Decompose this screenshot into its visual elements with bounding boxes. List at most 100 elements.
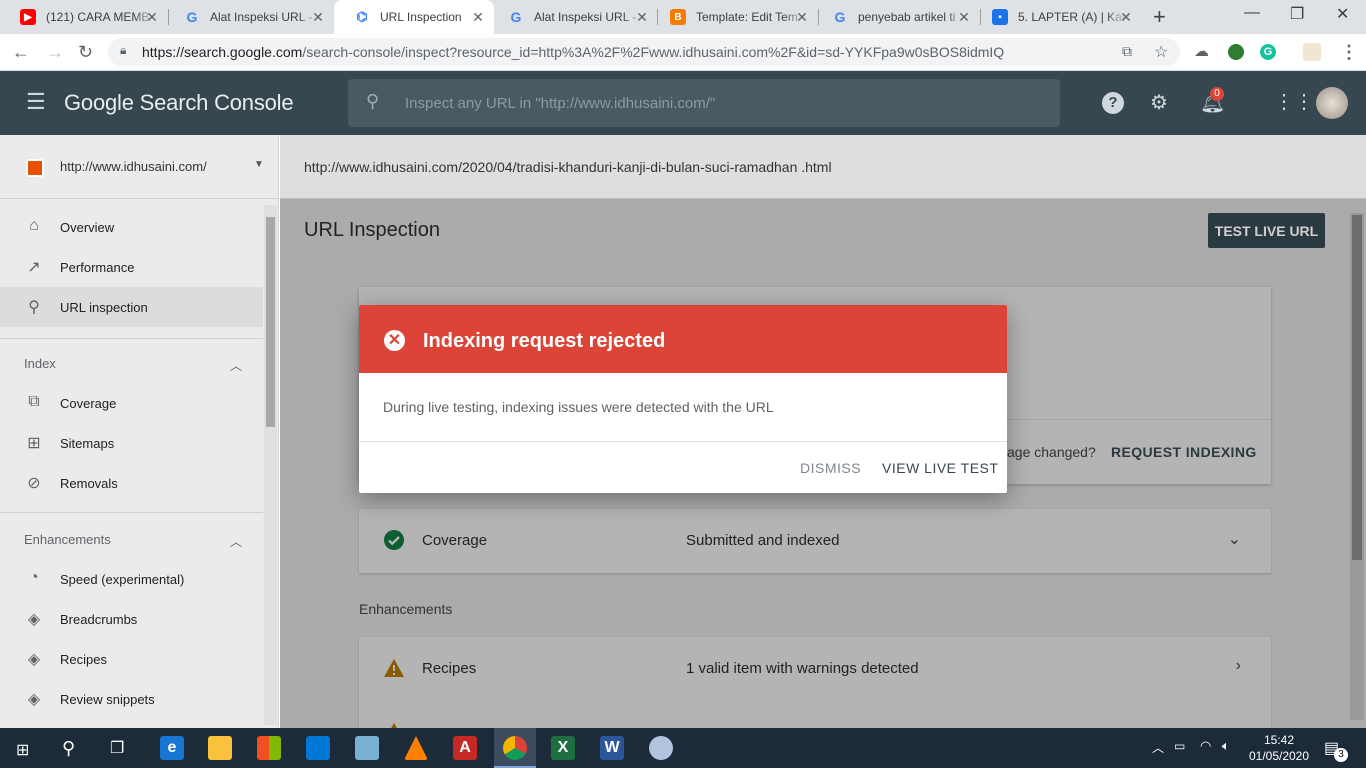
reload-icon[interactable]: ↻	[78, 42, 93, 63]
close-tab-icon[interactable]: ✕	[470, 9, 486, 26]
sidebar-item-sitemaps[interactable]: ⊞ Sitemaps	[0, 423, 263, 463]
close-tab-icon[interactable]: ✕	[956, 9, 972, 26]
close-tab-icon[interactable]: ✕	[310, 9, 326, 26]
word-icon[interactable]: W	[600, 736, 624, 760]
sidebar-item-label: Performance	[60, 259, 135, 275]
browser-tab[interactable]: G Alat Inspeksi URL - ✕	[164, 0, 334, 34]
url-inspect-search-input[interactable]: ⚲ Inspect any URL in "http://www.idhusai…	[348, 79, 1060, 127]
vlc-icon[interactable]	[404, 736, 428, 760]
volume-icon[interactable]: 🔈︎	[1222, 738, 1230, 754]
close-window-icon[interactable]: ✕	[1336, 4, 1349, 24]
chrome-icon[interactable]	[503, 736, 527, 760]
task-view-icon[interactable]: ❐	[110, 738, 124, 758]
sidebar-item-breadcrumbs[interactable]: ◈ Breadcrumbs	[0, 599, 263, 639]
help-icon[interactable]: ?	[1102, 92, 1124, 114]
forward-icon[interactable]: →	[46, 42, 64, 63]
browser-toolbar: ← → ↻ 🔒︎ https://search.google.com/searc…	[0, 34, 1366, 71]
windows-start-icon[interactable]: ⊞	[16, 740, 29, 760]
browser-tab[interactable]: B Template: Edit Tem ✕	[650, 0, 818, 34]
lock-icon: 🔒︎	[120, 43, 127, 57]
edge-icon[interactable]: e	[160, 736, 184, 760]
chevron-down-icon[interactable]: ⌄	[1228, 529, 1241, 549]
file-explorer-icon[interactable]	[208, 736, 232, 760]
tab-title: (121) CARA MEMB	[46, 10, 150, 24]
mail-icon[interactable]	[306, 736, 330, 760]
chevron-up-icon[interactable]: ︿	[230, 533, 242, 550]
close-tab-icon[interactable]: ✕	[634, 9, 650, 26]
profile-avatar[interactable]	[1303, 43, 1321, 61]
minimize-icon[interactable]: —	[1244, 4, 1260, 22]
dialog-message: During live testing, indexing issues wer…	[383, 399, 774, 415]
classroom-icon: ▪	[992, 9, 1008, 25]
sidebar-item-overview[interactable]: ⌂ Overview	[0, 207, 263, 247]
speedometer-icon: ◔	[29, 569, 39, 586]
inspected-url: http://www.idhusaini.com/2020/04/tradisi…	[304, 158, 832, 175]
browser-tab[interactable]: ▪ 5. LAPTER (A) | Kar ✕	[972, 0, 1142, 34]
new-tab-icon[interactable]: +	[1153, 4, 1166, 30]
address-bar[interactable]: 🔒︎ https://search.google.com/search-cons…	[108, 38, 1180, 66]
translate-icon[interactable]: ⧉	[1122, 43, 1132, 60]
tab-title: 5. LAPTER (A) | Kar	[1018, 10, 1126, 24]
sidebar-item-review-snippets[interactable]: ◈ Review snippets	[0, 679, 263, 719]
coverage-row[interactable]: Coverage Submitted and indexed ⌄	[359, 509, 1271, 573]
recipes-row[interactable]: Recipes 1 valid item with warnings detec…	[359, 637, 1271, 701]
store-icon[interactable]	[257, 736, 281, 760]
sidebar-item-recipes[interactable]: ◈ Recipes	[0, 639, 263, 679]
chevron-right-icon[interactable]: ›	[1236, 657, 1241, 675]
browser-tab[interactable]: G Alat Inspeksi URL - ✕	[488, 0, 658, 34]
url-host: https://search.google.com	[142, 44, 303, 60]
divider	[0, 338, 263, 339]
tray-chevron-icon[interactable]: ︿	[1152, 739, 1164, 756]
coverage-label: Coverage	[422, 532, 488, 549]
tab-title: penyebab artikel ti	[858, 10, 956, 24]
browser-tab-active[interactable]: ⌬ URL Inspection ✕	[334, 0, 494, 34]
chevron-up-icon[interactable]: ︿	[230, 357, 242, 374]
dialog-title: Indexing request rejected	[423, 330, 666, 352]
cloud-extension-icon[interactable]: ☁	[1194, 42, 1209, 60]
search-icon[interactable]: ⚲	[62, 738, 75, 759]
divider	[0, 512, 263, 513]
wifi-icon[interactable]: ◠	[1200, 738, 1211, 754]
sidebar-item-performance[interactable]: ↗ Performance	[0, 247, 263, 287]
request-indexing-button[interactable]: REQUEST INDEXING	[1111, 444, 1257, 460]
menu-kebab-icon[interactable]: ⋮	[1340, 42, 1358, 63]
excel-icon[interactable]: X	[551, 736, 575, 760]
browser-tab[interactable]: ▶ (121) CARA MEMB ✕	[0, 0, 168, 34]
sidebar-item-removals[interactable]: ⊘ Removals	[0, 463, 263, 503]
enhancements-heading: Enhancements	[359, 601, 453, 617]
blogger-icon: B	[670, 9, 686, 25]
sidebar-item-label: Coverage	[60, 395, 117, 411]
sidebar-item-label: Recipes	[60, 651, 107, 667]
system-clock[interactable]: 15:42 01/05/2020	[1248, 732, 1310, 764]
globe-extension-icon[interactable]	[1228, 44, 1244, 60]
star-icon[interactable]: ☆	[1154, 42, 1168, 62]
search-console-icon: ⌬	[356, 9, 368, 24]
close-tab-icon[interactable]: ✕	[794, 9, 810, 26]
check-circle-icon	[384, 530, 404, 550]
main-scrollbar-thumb[interactable]	[1352, 215, 1362, 560]
home-icon: ⌂	[29, 217, 39, 234]
page-changed-text: age changed?	[1007, 444, 1096, 460]
notepad-icon[interactable]	[355, 736, 379, 760]
dismiss-button[interactable]: DISMISS	[800, 460, 861, 476]
grammarly-icon[interactable]: G	[1260, 44, 1276, 60]
maximize-icon[interactable]: ❐	[1290, 4, 1304, 24]
close-tab-icon[interactable]: ✕	[1118, 9, 1134, 26]
browser-tab[interactable]: G penyebab artikel ti ✕	[812, 0, 980, 34]
paint-icon[interactable]	[649, 736, 673, 760]
property-selector[interactable]: http://www.idhusaini.com/ ▼	[0, 135, 279, 199]
battery-icon[interactable]: ▭	[1174, 739, 1185, 753]
test-live-url-button[interactable]: TEST LIVE URL	[1208, 213, 1325, 248]
autocad-icon[interactable]: A	[453, 736, 477, 760]
sidebar-item-speed[interactable]: ◔ Speed (experimental)	[0, 559, 263, 599]
hamburger-menu-icon[interactable]: ☰	[26, 89, 46, 115]
manage-users-icon[interactable]: ⚙	[1150, 90, 1168, 115]
back-icon[interactable]: ←	[12, 42, 30, 63]
layers-icon: ◈	[27, 651, 41, 668]
sidebar-item-url-inspection[interactable]: ⚲ URL inspection	[0, 287, 263, 327]
close-tab-icon[interactable]: ✕	[144, 9, 160, 26]
account-avatar[interactable]	[1316, 87, 1348, 119]
sidebar-scrollbar-thumb[interactable]	[266, 217, 275, 427]
sidebar-item-coverage[interactable]: ⧉ Coverage	[0, 383, 263, 423]
view-live-test-button[interactable]: VIEW LIVE TEST	[882, 460, 998, 476]
